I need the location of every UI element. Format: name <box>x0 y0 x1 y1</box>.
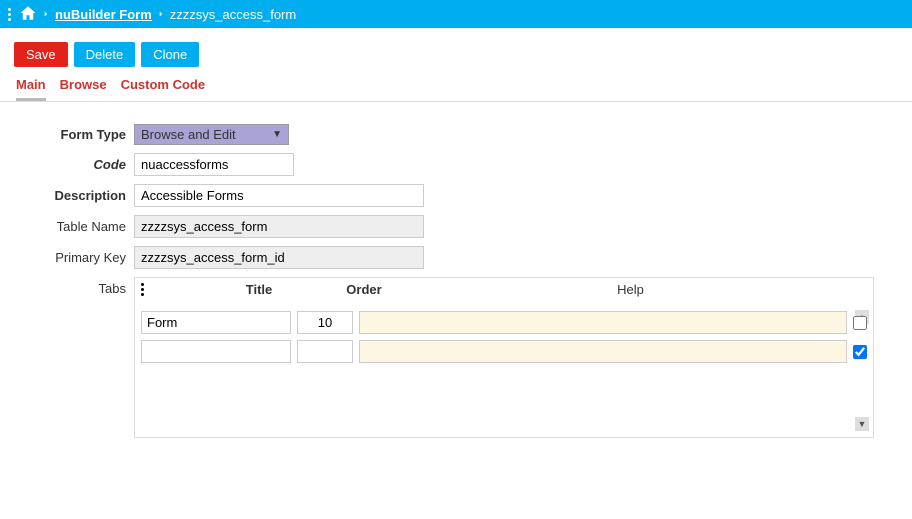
grid-help-input[interactable] <box>359 311 847 334</box>
form-type-select[interactable]: Browse and Edit ▼ <box>134 124 289 145</box>
tab-main[interactable]: Main <box>16 77 46 101</box>
row-table-name: Table Name <box>16 215 896 238</box>
breadcrumb-link[interactable]: nuBuilder Form <box>55 7 152 22</box>
grid-help-input[interactable] <box>359 340 847 363</box>
row-description: Description <box>16 184 896 207</box>
scroll-down-icon[interactable]: ▼ <box>855 417 869 431</box>
chevron-right-icon <box>41 6 51 22</box>
form-area: Form Type Browse and Edit ▼ Code Descrip… <box>0 124 912 438</box>
tabs-grid-row <box>141 340 867 363</box>
delete-button[interactable]: Delete <box>74 42 136 67</box>
tabs-nav: Main Browse Custom Code <box>0 77 912 102</box>
caret-down-icon: ▼ <box>272 129 282 140</box>
label-table-name: Table Name <box>16 219 134 234</box>
breadcrumb-current: zzzzsys_access_form <box>170 7 296 22</box>
label-tabs: Tabs <box>16 277 134 296</box>
home-icon[interactable] <box>19 4 37 25</box>
menu-dots-icon[interactable] <box>8 8 11 21</box>
description-input[interactable] <box>134 184 424 207</box>
grid-row-checkbox[interactable] <box>853 316 867 330</box>
col-header-order: Order <box>334 282 394 297</box>
label-form-type: Form Type <box>16 127 134 142</box>
save-button[interactable]: Save <box>14 42 68 67</box>
label-primary-key: Primary Key <box>16 250 134 265</box>
primary-key-input[interactable] <box>134 246 424 269</box>
grid-order-input[interactable] <box>297 311 353 334</box>
row-tabs: Tabs Title Order Help ▲ <box>16 277 896 438</box>
grid-row-checkbox[interactable] <box>853 345 867 359</box>
label-code: Code <box>16 157 134 172</box>
grid-order-input[interactable] <box>297 340 353 363</box>
tab-custom-code[interactable]: Custom Code <box>121 77 206 101</box>
tabs-grid-row <box>141 311 867 334</box>
col-header-title: Title <box>184 282 334 297</box>
code-input[interactable] <box>134 153 294 176</box>
toolbar: Save Delete Clone <box>0 28 912 77</box>
chevron-right-icon <box>156 6 166 22</box>
grid-title-input[interactable] <box>141 311 291 334</box>
col-header-help: Help <box>394 282 867 297</box>
tabs-grid-header: Title Order Help <box>135 278 873 307</box>
tab-browse[interactable]: Browse <box>60 77 107 101</box>
tabs-grid-panel: Title Order Help ▲ ▼ <box>134 277 874 438</box>
grid-menu-icon[interactable] <box>141 283 144 296</box>
topbar: nuBuilder Form zzzzsys_access_form <box>0 0 912 28</box>
clone-button[interactable]: Clone <box>141 42 199 67</box>
row-primary-key: Primary Key <box>16 246 896 269</box>
label-description: Description <box>16 188 134 203</box>
row-form-type: Form Type Browse and Edit ▼ <box>16 124 896 145</box>
grid-title-input[interactable] <box>141 340 291 363</box>
tabs-grid-body <box>135 307 873 437</box>
form-type-value: Browse and Edit <box>141 127 236 142</box>
row-code: Code <box>16 153 896 176</box>
table-name-input[interactable] <box>134 215 424 238</box>
